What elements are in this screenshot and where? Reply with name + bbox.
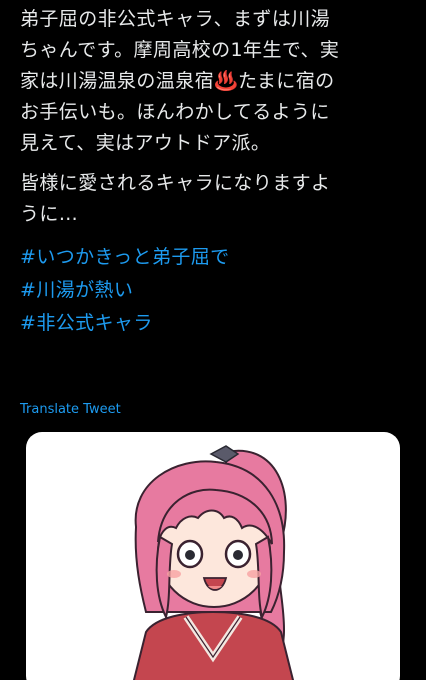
- translate-tweet-link[interactable]: Translate Tweet: [20, 402, 121, 417]
- hashtag-link[interactable]: #川湯が熱い: [20, 274, 420, 307]
- hashtag-link[interactable]: #非公式キャラ: [20, 307, 420, 340]
- text-line: 弟子屈の非公式キャラ、まずは川湯: [20, 8, 331, 30]
- tweet-paragraph-1: 弟子屈の非公式キャラ、まずは川湯 ちゃんです。摩周高校の1年生で、実 家は川湯温…: [20, 4, 420, 159]
- tweet-media-image[interactable]: [26, 432, 400, 680]
- text-line: ちゃんです。摩周高校の1年生で、実: [20, 39, 340, 61]
- text-line: 家は川湯温泉の温泉宿♨️たまに宿の: [20, 70, 335, 92]
- tweet-paragraph-2: 皆様に愛されるキャラになりますよ うに…: [20, 168, 420, 230]
- text-line: うに…: [20, 203, 79, 225]
- text-line: 見えて、実はアウトドア派。: [20, 132, 271, 154]
- text-line: お手伝いも。ほんわかしてるように: [20, 101, 330, 123]
- anime-girl-illustration-icon: [132, 445, 295, 680]
- tweet-text: 弟子屈の非公式キャラ、まずは川湯 ちゃんです。摩周高校の1年生で、実 家は川湯温…: [20, 4, 420, 340]
- hashtag-list: #いつかきっと弟子屈で #川湯が熱い #非公式キャラ: [20, 241, 420, 340]
- hashtag-link[interactable]: #いつかきっと弟子屈で: [20, 241, 420, 274]
- text-line: 皆様に愛されるキャラになりますよ: [20, 172, 331, 194]
